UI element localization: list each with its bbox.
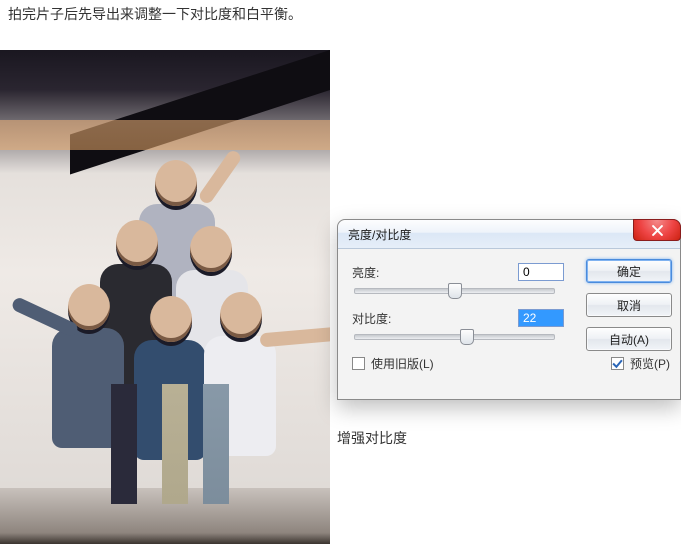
brightness-slider-thumb[interactable] xyxy=(448,283,462,299)
close-icon xyxy=(652,225,663,236)
close-button[interactable] xyxy=(633,219,681,241)
brightness-contrast-dialog: 亮度/对比度 亮度: 对比度: xyxy=(337,219,681,400)
source-photo xyxy=(0,50,330,544)
dialog-titlebar[interactable]: 亮度/对比度 xyxy=(338,220,680,249)
contrast-slider-thumb[interactable] xyxy=(460,329,474,345)
dialog-title: 亮度/对比度 xyxy=(348,226,411,243)
preview-label: 预览(P) xyxy=(630,355,670,372)
ok-button[interactable]: 确定 xyxy=(586,259,672,283)
contrast-slider[interactable] xyxy=(352,329,557,345)
intro-text: 拍完片子后先导出来调整一下对比度和白平衡。 xyxy=(8,4,302,24)
contrast-label: 对比度: xyxy=(352,310,404,327)
brightness-slider[interactable] xyxy=(352,283,557,299)
legacy-label: 使用旧版(L) xyxy=(371,355,434,372)
cancel-button[interactable]: 取消 xyxy=(586,293,672,317)
contrast-input[interactable] xyxy=(518,309,564,327)
legacy-checkbox[interactable] xyxy=(352,357,365,370)
auto-button[interactable]: 自动(A) xyxy=(586,327,672,351)
preview-checkbox[interactable] xyxy=(611,357,624,370)
brightness-input[interactable] xyxy=(518,263,564,281)
caption-below-dialog: 增强对比度 xyxy=(337,428,407,448)
check-icon xyxy=(612,358,623,369)
brightness-label: 亮度: xyxy=(352,264,404,281)
